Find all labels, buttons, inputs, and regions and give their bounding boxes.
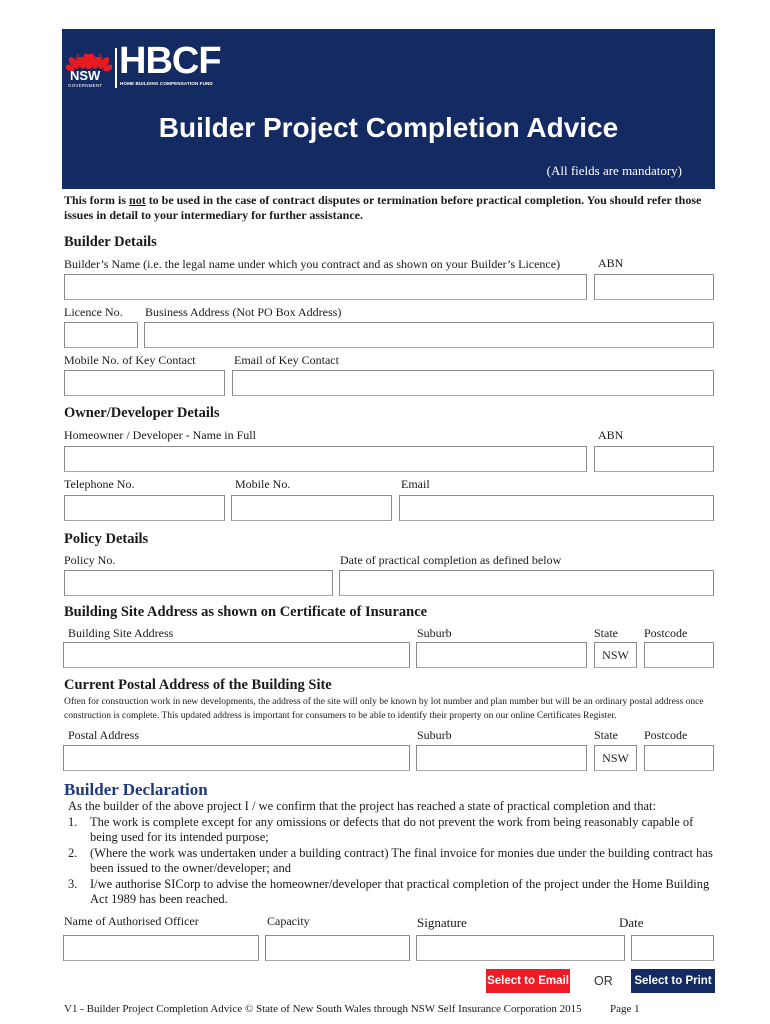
postal-postcode-label: Postcode: [644, 728, 688, 742]
owner-abn-input[interactable]: [594, 446, 714, 472]
owner-mobile-input[interactable]: [231, 495, 392, 521]
site-suburb-label: Suburb: [417, 626, 452, 640]
key-contact-mobile-label: Mobile No. of Key Contact: [64, 353, 196, 367]
owner-email-label: Email: [401, 477, 430, 491]
footer-text: V1 - Builder Project Completion Advice ©…: [64, 1003, 582, 1015]
item-text: I/we authorise SICorp to advise the home…: [90, 876, 710, 907]
postal-state-field: NSW: [594, 745, 637, 771]
completion-date-input[interactable]: [339, 570, 714, 596]
site-address-heading: Building Site Address as shown on Certif…: [64, 604, 428, 620]
licence-label: Licence No.: [64, 305, 123, 319]
policy-number-input[interactable]: [64, 570, 333, 596]
owner-details-heading: Owner/Developer Details: [64, 405, 220, 421]
postal-state-label: State: [594, 728, 618, 742]
site-address-input[interactable]: [63, 642, 410, 668]
postal-suburb-label: Suburb: [417, 728, 452, 742]
owner-telephone-input[interactable]: [64, 495, 225, 521]
postal-address-input[interactable]: [63, 745, 410, 771]
hbcf-logo: NSW GOVERNMENT HBCF HOME BUILDING COMPEN…: [66, 40, 226, 90]
officer-name-input[interactable]: [63, 935, 259, 961]
page-number: Page 1: [610, 1003, 640, 1015]
capacity-input[interactable]: [265, 935, 410, 961]
declaration-body: As the builder of the above project I / …: [68, 799, 718, 908]
signature-input[interactable]: [416, 935, 625, 961]
site-address-label: Building Site Address: [68, 626, 174, 640]
declaration-list: 1. The work is complete except for any om…: [68, 815, 718, 908]
declaration-intro: As the builder of the above project I / …: [68, 799, 656, 813]
date-label: Date: [619, 915, 644, 930]
usage-notice: This form is not to be used in the case …: [64, 193, 724, 223]
government-wordmark: GOVERNMENT: [68, 83, 103, 88]
declaration-item: 3. I/we authorise SICorp to advise the ho…: [68, 877, 718, 908]
builder-abn-input[interactable]: [594, 274, 714, 300]
date-input[interactable]: [631, 935, 714, 961]
hbcf-fund-name: HOME BUILDING COMPENSATION FUND: [120, 81, 213, 86]
site-postcode-input[interactable]: [644, 642, 714, 668]
item-text: The work is complete except for any omis…: [90, 814, 694, 845]
key-contact-email-label: Email of Key Contact: [234, 353, 339, 367]
signature-label: Signature: [417, 915, 467, 930]
nsw-wordmark: NSW: [70, 68, 101, 83]
builders-name-input[interactable]: [64, 274, 587, 300]
declaration-heading: Builder Declaration: [64, 780, 208, 799]
declaration-item: 1. The work is complete except for any om…: [68, 815, 718, 846]
item-number: 2.: [68, 845, 78, 860]
owner-email-input[interactable]: [399, 495, 714, 521]
policy-number-label: Policy No.: [64, 553, 116, 567]
postal-address-heading: Current Postal Address of the Building S…: [64, 677, 332, 693]
notice-text: This form is: [64, 193, 130, 207]
page-title: Builder Project Completion Advice: [158, 112, 619, 143]
declaration-item: 2. (Where the work was undertaken under a…: [68, 846, 718, 877]
postal-address-label: Postal Address: [68, 728, 140, 742]
builders-name-label: Builder’s Name (i.e. the legal name unde…: [64, 257, 561, 271]
owner-telephone-label: Telephone No.: [64, 477, 135, 491]
email-button[interactable]: Select to Email: [486, 969, 570, 993]
item-number: 3.: [68, 876, 78, 891]
item-number: 1.: [68, 814, 78, 829]
key-contact-mobile-input[interactable]: [64, 370, 225, 396]
owner-name-input[interactable]: [64, 446, 587, 472]
hbcf-wordmark: HBCF: [119, 40, 222, 82]
postal-postcode-input[interactable]: [644, 745, 714, 771]
policy-details-heading: Policy Details: [64, 531, 149, 547]
site-suburb-input[interactable]: [416, 642, 587, 668]
site-state-field: NSW: [594, 642, 637, 668]
item-text: (Where the work was undertaken under a b…: [90, 845, 713, 876]
notice-text: to be used in the case of contract dispu…: [64, 193, 702, 222]
postal-suburb-input[interactable]: [416, 745, 587, 771]
site-postcode-label: Postcode: [644, 626, 688, 640]
notice-emphasis: not: [129, 193, 146, 207]
owner-name-label: Homeowner / Developer - Name in Full: [64, 428, 256, 442]
owner-abn-label: ABN: [598, 428, 624, 442]
or-separator: OR: [594, 974, 613, 988]
business-address-label: Business Address (Not PO Box Address): [145, 305, 342, 319]
business-address-input[interactable]: [144, 322, 714, 348]
officer-name-label: Name of Authorised Officer: [64, 914, 199, 928]
site-state-label: State: [594, 626, 618, 640]
builder-abn-label: ABN: [598, 256, 624, 270]
capacity-label: Capacity: [267, 914, 310, 928]
completion-date-label: Date of practical completion as defined …: [340, 553, 562, 567]
print-button[interactable]: Select to Print: [631, 969, 715, 993]
licence-input[interactable]: [64, 322, 138, 348]
owner-mobile-label: Mobile No.: [235, 477, 291, 491]
postal-address-description: Often for construction work in new devel…: [64, 697, 704, 721]
key-contact-email-input[interactable]: [232, 370, 714, 396]
logo-divider: [115, 48, 117, 88]
builder-details-heading: Builder Details: [64, 234, 157, 250]
mandatory-note: (All fields are mandatory): [546, 163, 682, 178]
